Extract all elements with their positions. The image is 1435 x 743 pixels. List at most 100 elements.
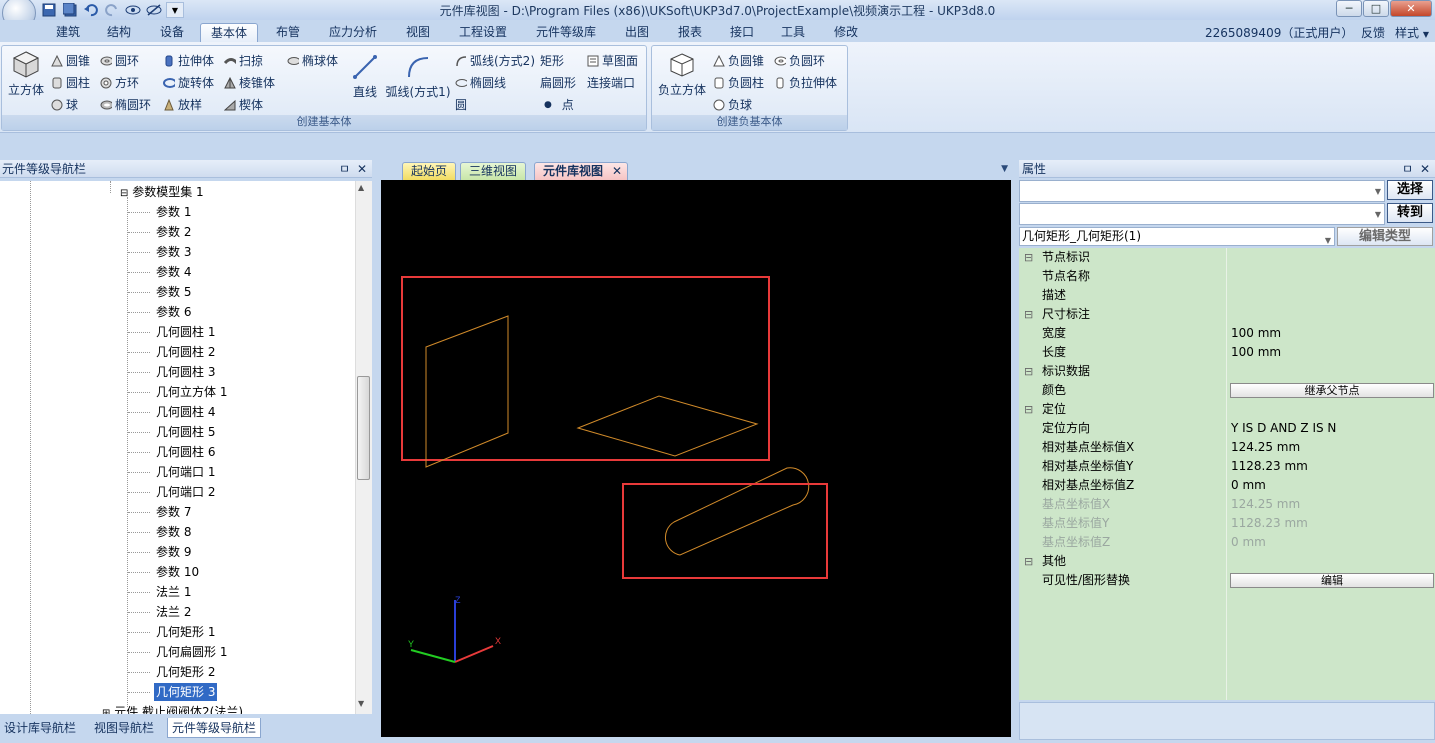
property-row[interactable]: 相对基点坐标值Y 1128.23 mm xyxy=(1019,457,1435,476)
rectangle-button[interactable]: 矩形 xyxy=(540,52,564,69)
tree-item[interactable]: 参数 1 xyxy=(156,203,191,221)
tab-view[interactable]: 视图 xyxy=(402,23,434,42)
tree-item[interactable]: 几何圆柱 6 xyxy=(156,443,215,461)
scroll-down-icon[interactable]: ▼ xyxy=(358,699,364,708)
tree-item[interactable]: 参数 6 xyxy=(156,303,191,321)
tree-item[interactable]: 几何圆柱 1 xyxy=(156,323,215,341)
tab-architecture[interactable]: 建筑 xyxy=(52,23,84,42)
edit-type-button[interactable]: 编辑类型 xyxy=(1337,227,1433,246)
ellipse-line-button[interactable]: 椭圆线 xyxy=(455,74,506,91)
tree-item[interactable]: 参数 10 xyxy=(156,563,199,581)
property-category[interactable]: ⊟ 标识数据 xyxy=(1019,362,1435,381)
tree-item[interactable]: 几何端口 2 xyxy=(156,483,215,501)
tree-item[interactable]: 几何圆柱 2 xyxy=(156,343,215,361)
collapse-icon[interactable]: ⊟ xyxy=(1024,305,1033,324)
property-row[interactable]: 基点坐标值Z 0 mm xyxy=(1019,533,1435,552)
tree-item[interactable]: 几何圆柱 5 xyxy=(156,423,215,441)
property-value[interactable]: 1128.23 mm xyxy=(1231,457,1308,476)
negative-cylinder-button[interactable]: 负圆柱 xyxy=(713,74,764,91)
tree-item[interactable]: 几何矩形 1 xyxy=(156,623,215,641)
negative-cone-button[interactable]: 负圆锥 xyxy=(713,52,764,69)
loft-button[interactable]: 放样 xyxy=(163,96,202,113)
close-icon[interactable]: ✕ xyxy=(1420,160,1430,178)
tab-view-nav[interactable]: 视图导航栏 xyxy=(90,718,158,738)
property-value[interactable]: 100 mm xyxy=(1231,343,1281,362)
select-button[interactable]: 选择 xyxy=(1387,180,1433,200)
collapse-icon[interactable]: ⊟ xyxy=(1024,248,1033,267)
torus-button[interactable]: 圆环 xyxy=(100,52,139,69)
collapse-icon[interactable]: ⊟ xyxy=(1024,552,1033,571)
pin-icon[interactable]: ㅁ xyxy=(339,160,350,178)
tab-library-view[interactable]: 元件库视图 ✕ xyxy=(534,162,629,180)
circle-button[interactable]: 圆 xyxy=(455,96,467,113)
property-value[interactable]: 0 mm xyxy=(1231,476,1266,495)
tree-root-node[interactable]: ⊟ 参数模型集 1 xyxy=(120,183,204,201)
property-value[interactable]: 124.25 mm xyxy=(1231,438,1300,457)
wedge-button[interactable]: 楔体 xyxy=(224,96,263,113)
tab-primitives[interactable]: 基本体 xyxy=(200,23,258,42)
flat-round-button[interactable]: 扁圆形 xyxy=(540,74,576,91)
point-button[interactable]: ● 点 xyxy=(544,96,574,113)
tree-item[interactable]: 法兰 2 xyxy=(156,603,191,621)
tree-item[interactable]: 几何圆柱 4 xyxy=(156,403,215,421)
elliptical-torus-button[interactable]: 椭圆环 xyxy=(100,96,151,113)
tab-component-grade-library[interactable]: 元件等级库 xyxy=(534,23,598,42)
tab-list-chevron-icon[interactable]: ▼ xyxy=(1001,164,1008,174)
property-row[interactable]: 宽度 100 mm xyxy=(1019,324,1435,343)
tree-item[interactable]: 几何矩形 2 xyxy=(156,663,215,681)
property-row[interactable]: 相对基点坐标值X 124.25 mm xyxy=(1019,438,1435,457)
property-row[interactable]: 相对基点坐标值Z 0 mm xyxy=(1019,476,1435,495)
goto-button[interactable]: 转到 xyxy=(1387,203,1433,223)
tab-grade-nav[interactable]: 元件等级导航栏 xyxy=(167,718,262,738)
negative-cube-button[interactable]: 负立方体 xyxy=(655,52,709,98)
cylinder-button[interactable]: 圆柱 xyxy=(51,74,90,91)
property-value[interactable]: 1128.23 mm xyxy=(1231,514,1308,533)
negative-sphere-button[interactable]: 负球 xyxy=(713,96,752,113)
property-value[interactable]: 100 mm xyxy=(1231,324,1281,343)
tab-tools[interactable]: 工具 xyxy=(777,23,809,42)
tab-structure[interactable]: 结构 xyxy=(103,23,135,42)
property-row[interactable]: 基点坐标值Y 1128.23 mm xyxy=(1019,514,1435,533)
type-combo[interactable]: 几何矩形_几何矩形(1) ▼ xyxy=(1019,227,1335,246)
collapse-icon[interactable]: ⊟ xyxy=(120,188,128,199)
tab-report[interactable]: 报表 xyxy=(674,23,706,42)
tab-modify[interactable]: 修改 xyxy=(830,23,862,42)
property-row[interactable]: 长度 100 mm xyxy=(1019,343,1435,362)
cube-button[interactable]: 立方体 xyxy=(6,50,46,98)
tree-item[interactable]: 几何端口 1 xyxy=(156,463,215,481)
tab-start-page[interactable]: 起始页 xyxy=(402,162,457,180)
property-value[interactable]: Y IS D AND Z IS N xyxy=(1231,419,1336,438)
close-button[interactable]: ✕ xyxy=(1390,0,1432,17)
property-category[interactable]: ⊟ 定位 xyxy=(1019,400,1435,419)
tree-item[interactable]: 几何扁圆形 1 xyxy=(156,643,227,661)
property-category[interactable]: ⊟ 其他 xyxy=(1019,552,1435,571)
revolve-button[interactable]: 旋转体 xyxy=(163,74,214,91)
sphere-button[interactable]: 球 xyxy=(51,96,78,113)
cone-button[interactable]: 圆锥 xyxy=(51,52,90,69)
tree-item[interactable]: 参数 3 xyxy=(156,243,191,261)
scroll-thumb[interactable] xyxy=(357,376,370,480)
sweep-button[interactable]: 扫掠 xyxy=(224,52,263,69)
tree-item[interactable]: 几何矩形 3 xyxy=(154,683,218,701)
negative-torus-button[interactable]: 负圆环 xyxy=(774,52,825,69)
tree-item[interactable]: 参数 7 xyxy=(156,503,191,521)
connection-port-button[interactable]: 连接端口 xyxy=(587,74,635,91)
tree-item[interactable]: 几何圆柱 3 xyxy=(156,363,215,381)
scroll-up-icon[interactable]: ▲ xyxy=(358,183,364,192)
tab-interface[interactable]: 接口 xyxy=(726,23,758,42)
goto-combo[interactable]: ▼ xyxy=(1019,203,1385,225)
tree-item[interactable]: 参数 4 xyxy=(156,263,191,281)
feedback-link[interactable]: 反馈 xyxy=(1361,26,1385,40)
select-combo[interactable]: ▼ xyxy=(1019,180,1385,202)
close-tab-icon[interactable]: ✕ xyxy=(612,163,622,180)
tree-truncated-node[interactable]: ⊞ 元件 截止阀阀体2(法兰) xyxy=(102,703,243,714)
property-value-button[interactable]: 编辑 xyxy=(1230,573,1434,588)
pyramid-button[interactable]: 棱锥体 xyxy=(224,74,275,91)
ellipsoid-button[interactable]: 椭球体 xyxy=(287,52,338,69)
tree-scrollbar[interactable]: ▲ ▼ xyxy=(355,181,372,714)
3d-viewport[interactable]: Z X Y xyxy=(381,180,1011,737)
style-menu[interactable]: 样式 ▼ xyxy=(1395,24,1429,41)
tab-stress-analysis[interactable]: 应力分析 xyxy=(326,23,380,42)
minimize-button[interactable]: ─ xyxy=(1336,0,1362,17)
sketch-face-button[interactable]: 草图面 xyxy=(587,52,638,69)
